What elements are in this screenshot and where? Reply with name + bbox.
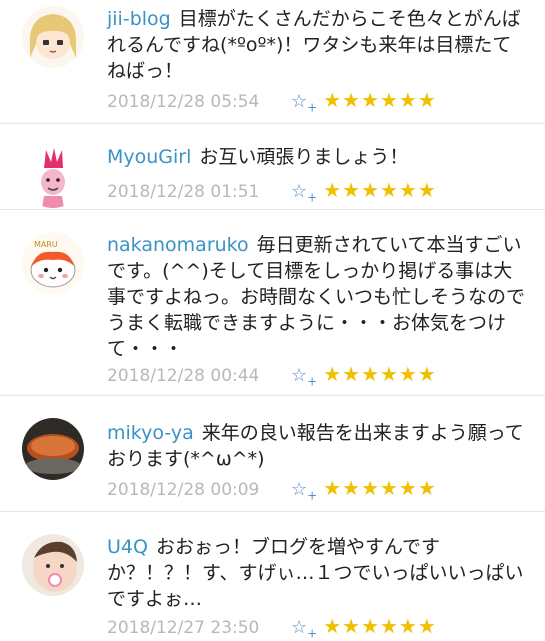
user-avatar[interactable] bbox=[22, 146, 84, 208]
comment-meta: 2018/12/28 01:51 ☆+ ★★★★★★ bbox=[107, 178, 437, 205]
baby-photo-avatar-icon bbox=[22, 534, 84, 596]
comment-body: mikyo-ya 来年の良い報告を出来ますよう願っております(*^ω^*) bbox=[107, 420, 527, 472]
comment-date: 2018/12/28 00:09 bbox=[107, 480, 260, 500]
food-photo-avatar-icon bbox=[22, 418, 84, 480]
comment-date: 2018/12/28 05:54 bbox=[107, 92, 260, 112]
comment-meta: 2018/12/28 05:54 ☆+ ★★★★★★ bbox=[107, 88, 437, 115]
comment-body: MyouGirl お互い頑張りましょう！ bbox=[107, 144, 527, 170]
user-avatar[interactable] bbox=[22, 418, 84, 480]
star-rating: ★★★★★★ bbox=[323, 476, 437, 500]
comment-date: 2018/12/27 23:50 bbox=[107, 618, 260, 638]
comment-body: jii-blog 目標がたくさんだからこそ色々とがんばれるんですね(*ºoº*)！… bbox=[107, 6, 527, 84]
add-star-icon[interactable]: ☆+ bbox=[291, 181, 317, 205]
maru-character-avatar-icon: MARU bbox=[22, 232, 84, 294]
star-rating: ★★★★★★ bbox=[323, 362, 437, 386]
star-rating: ★★★★★★ bbox=[323, 88, 437, 112]
comment-username[interactable]: U4Q bbox=[107, 536, 148, 558]
comment-item: jii-blog 目標がたくさんだからこそ色々とがんばれるんですね(*ºoº*)！… bbox=[0, 0, 545, 124]
comment-text: おおぉっ！ブログを増やすんですか？！？！す、すげぃ…１つでいっぱいいっぱいですよ… bbox=[107, 536, 524, 610]
star-rating: ★★★★★★ bbox=[323, 614, 437, 638]
comment-date: 2018/12/28 01:51 bbox=[107, 182, 260, 202]
comment-item: mikyo-ya 来年の良い報告を出来ますよう願っております(*^ω^*) 201… bbox=[0, 396, 545, 512]
comment-meta: 2018/12/28 00:44 ☆+ ★★★★★★ bbox=[107, 362, 437, 389]
avatar-text: MARU bbox=[34, 240, 58, 249]
add-star-icon[interactable]: ☆+ bbox=[291, 479, 317, 503]
comment-date: 2018/12/28 00:44 bbox=[107, 366, 260, 386]
pink-hair-avatar-icon bbox=[22, 146, 84, 208]
comment-username[interactable]: jii-blog bbox=[107, 8, 171, 30]
comment-text: お互い頑張りましょう！ bbox=[199, 146, 409, 168]
add-star-icon[interactable]: ☆+ bbox=[291, 617, 317, 641]
comment-username[interactable]: mikyo-ya bbox=[107, 422, 194, 444]
comment-username[interactable]: MyouGirl bbox=[107, 146, 191, 168]
star-rating: ★★★★★★ bbox=[323, 178, 437, 202]
user-avatar[interactable]: MARU bbox=[22, 232, 84, 294]
comment-username[interactable]: nakanomaruko bbox=[107, 234, 249, 256]
comment-meta: 2018/12/28 00:09 ☆+ ★★★★★★ bbox=[107, 476, 437, 503]
user-avatar[interactable] bbox=[22, 6, 84, 68]
comment-meta: 2018/12/27 23:50 ☆+ ★★★★★★ bbox=[107, 614, 437, 641]
comment-item: MyouGirl お互い頑張りましょう！ 2018/12/28 01:51 ☆+ ★★… bbox=[0, 124, 545, 210]
comment-item: U4Q おおぉっ！ブログを増やすんですか？！？！す、すげぃ…１つでいっぱいいっぱい… bbox=[0, 512, 545, 641]
comment-body: U4Q おおぉっ！ブログを増やすんですか？！？！す、すげぃ…１つでいっぱいいっぱい… bbox=[107, 534, 527, 612]
blonde-girl-avatar-icon bbox=[22, 6, 84, 68]
user-avatar[interactable] bbox=[22, 534, 84, 596]
comment-body: nakanomaruko 毎日更新されていて本当すごいです。(^^)そして目標をし… bbox=[107, 232, 527, 362]
comment-item: MARU nakanomaruko 毎日更新されていて本当すごいです。(^^)そし… bbox=[0, 210, 545, 396]
add-star-icon[interactable]: ☆+ bbox=[291, 365, 317, 389]
add-star-icon[interactable]: ☆+ bbox=[291, 91, 317, 115]
